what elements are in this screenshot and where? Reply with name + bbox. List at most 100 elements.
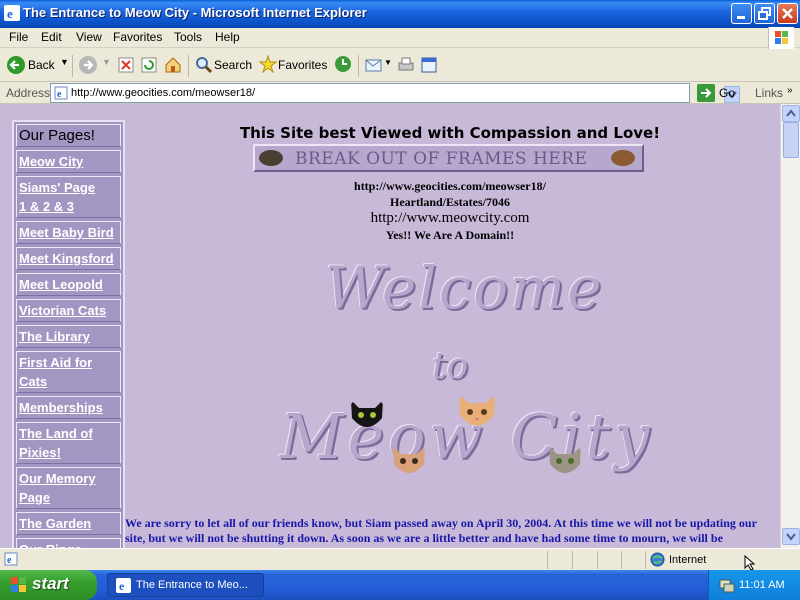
main-frame: This Site best Viewed with Compassion an… bbox=[125, 104, 775, 548]
scroll-up-button[interactable] bbox=[782, 105, 800, 122]
menu-view[interactable]: View bbox=[76, 30, 102, 44]
menu-tools[interactable]: Tools bbox=[174, 30, 202, 44]
geocities-path: Heartland/Estates/7046 bbox=[390, 195, 510, 209]
sidebar-link-siam-3[interactable]: 3 bbox=[67, 199, 74, 214]
toolbar-divider bbox=[358, 55, 359, 77]
network-tray-icon[interactable] bbox=[719, 577, 735, 593]
toolbar-divider bbox=[72, 55, 73, 77]
taskbar: start e The Entrance to Meo... 11:01 AM bbox=[0, 570, 800, 600]
search-button[interactable]: Search bbox=[214, 58, 252, 72]
to-graphic-text: to bbox=[432, 346, 469, 387]
sidebar-link-garden[interactable]: The Garden bbox=[16, 512, 121, 535]
status-divider bbox=[645, 551, 646, 569]
sidebar-link-library[interactable]: The Library bbox=[16, 325, 121, 348]
page-viewport: Our Pages! Meow City Siams' Page 1 & 2 &… bbox=[0, 104, 780, 548]
history-icon[interactable] bbox=[334, 55, 352, 73]
black-cat-face-icon bbox=[351, 400, 383, 427]
home-icon[interactable] bbox=[164, 56, 182, 74]
links-chevron-icon[interactable]: » bbox=[787, 85, 793, 96]
security-zone-label: Internet bbox=[669, 554, 707, 566]
search-icon[interactable] bbox=[195, 56, 213, 74]
taskbar-button-label: The Entrance to Meo... bbox=[136, 579, 248, 591]
sidebar-link-memory-page[interactable]: Our Memory Page bbox=[16, 467, 121, 509]
break-frames-label: BREAK OUT OF FRAMES HERE bbox=[295, 149, 588, 169]
system-clock: 11:01 AM bbox=[739, 579, 785, 591]
go-button[interactable]: Go bbox=[719, 86, 735, 100]
sidebar-title: Our Pages! bbox=[16, 124, 121, 147]
status-divider bbox=[572, 551, 573, 569]
ampersand-text: & bbox=[29, 199, 40, 214]
sidebar-link-baby-bird[interactable]: Meet Baby Bird bbox=[16, 221, 121, 244]
domain-url: http://www.meowcity.com bbox=[370, 210, 530, 226]
menu-favorites[interactable]: Favorites bbox=[113, 30, 162, 44]
tabby-cat-face-icon bbox=[549, 446, 581, 473]
menu-help[interactable]: Help bbox=[215, 30, 240, 44]
go-arrow-icon[interactable] bbox=[697, 84, 715, 102]
sidebar-link-meow-city[interactable]: Meow City bbox=[16, 150, 121, 173]
ie-icon: e bbox=[4, 5, 20, 21]
sidebar-link-siam-1[interactable]: 1 bbox=[19, 199, 26, 214]
status-divider bbox=[597, 551, 598, 569]
cat-graphic-right bbox=[611, 150, 635, 166]
minimize-button[interactable] bbox=[731, 3, 752, 24]
svg-text:e: e bbox=[7, 555, 12, 566]
ginger-cat-face-icon bbox=[393, 446, 425, 473]
page-status-icon: e bbox=[4, 552, 18, 566]
mail-icon[interactable] bbox=[365, 57, 385, 73]
status-divider bbox=[547, 551, 548, 569]
menu-edit[interactable]: Edit bbox=[41, 30, 62, 44]
sidebar-link-land-of-pixies[interactable]: The Land of Pixies! bbox=[16, 422, 121, 464]
chevron-up-icon bbox=[786, 109, 796, 117]
edit-page-icon[interactable] bbox=[420, 56, 438, 74]
sidebar-link-first-aid[interactable]: First Aid for Cats bbox=[16, 351, 121, 393]
internet-globe-icon bbox=[650, 552, 665, 567]
sidebar-link-memberships[interactable]: Memberships bbox=[16, 396, 121, 419]
sidebar-frame: Our Pages! Meow City Siams' Page 1 & 2 &… bbox=[12, 120, 125, 548]
page-icon: e bbox=[54, 86, 68, 100]
svg-text:e: e bbox=[119, 579, 125, 593]
start-button[interactable]: start bbox=[0, 570, 97, 600]
favorites-star-icon[interactable] bbox=[259, 55, 277, 73]
forward-dropdown-icon[interactable]: ▼ bbox=[102, 57, 111, 67]
sidebar-link-siams-page[interactable]: Siams' Page bbox=[19, 180, 95, 195]
stop-icon[interactable] bbox=[118, 57, 134, 73]
close-button[interactable] bbox=[777, 3, 798, 24]
back-button[interactable]: Back bbox=[28, 58, 55, 72]
windows-flag-icon bbox=[11, 577, 26, 592]
best-viewed-heading: This Site best Viewed with Compassion an… bbox=[239, 124, 661, 142]
address-label: Address bbox=[6, 86, 51, 100]
sidebar-link-siam-2[interactable]: 2 bbox=[43, 199, 50, 214]
forward-arrow-icon[interactable] bbox=[78, 55, 98, 75]
back-arrow-icon[interactable] bbox=[6, 55, 26, 75]
menu-file[interactable]: File bbox=[9, 30, 28, 44]
status-bar: e Internet bbox=[0, 548, 800, 571]
memorial-notice: We are sorry to let all of our friends k… bbox=[125, 516, 757, 545]
address-input[interactable]: e http://www.geocities.com/meowser18/ bbox=[50, 83, 740, 103]
back-dropdown-icon[interactable]: ▼ bbox=[60, 57, 69, 67]
scroll-down-button[interactable] bbox=[782, 528, 800, 545]
welcome-graphic-text: Welcome bbox=[325, 254, 604, 322]
minimize-icon bbox=[737, 16, 745, 19]
cat-graphic-left bbox=[259, 150, 283, 166]
geocities-url: http://www.geocities.com/meowser18/ bbox=[354, 179, 546, 193]
restore-button[interactable] bbox=[754, 3, 775, 24]
sidebar-link-leopold[interactable]: Meet Leopold bbox=[16, 273, 121, 296]
address-url: http://www.geocities.com/meowser18/ bbox=[71, 87, 256, 99]
mail-dropdown-icon[interactable]: ▼ bbox=[384, 58, 392, 67]
mouse-cursor-icon bbox=[744, 555, 756, 571]
refresh-icon[interactable] bbox=[141, 57, 157, 73]
links-button[interactable]: Links bbox=[755, 86, 783, 100]
taskbar-button-ie[interactable]: e The Entrance to Meo... bbox=[107, 573, 264, 597]
sidebar-siams-pages: Siams' Page 1 & 2 & 3 bbox=[16, 176, 121, 218]
sidebar-link-our-rings[interactable]: Our Rings bbox=[16, 538, 121, 548]
print-icon[interactable] bbox=[397, 56, 415, 74]
svg-text:e: e bbox=[7, 6, 13, 21]
break-out-of-frames-banner[interactable]: BREAK OUT OF FRAMES HERE bbox=[253, 144, 644, 172]
sidebar-link-victorian-cats[interactable]: Victorian Cats bbox=[16, 299, 121, 322]
close-icon bbox=[782, 8, 793, 19]
scroll-thumb[interactable] bbox=[783, 122, 799, 158]
favorites-button[interactable]: Favorites bbox=[278, 58, 327, 72]
svg-text:e: e bbox=[57, 89, 62, 100]
sidebar-link-kingsford[interactable]: Meet Kingsford bbox=[16, 247, 121, 270]
vertical-scrollbar[interactable] bbox=[780, 104, 800, 548]
